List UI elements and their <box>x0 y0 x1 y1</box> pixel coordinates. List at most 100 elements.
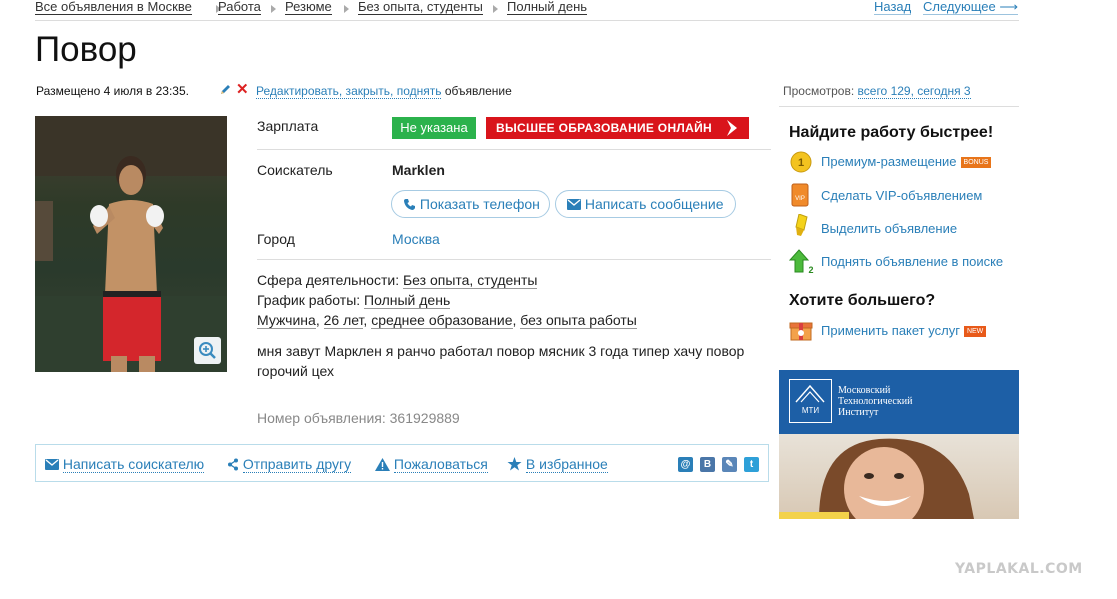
close-icon[interactable]: ✕ <box>236 82 249 97</box>
mti-name-line1: Московский <box>838 385 891 396</box>
bonus-badge: BONUS <box>960 157 992 169</box>
applicant-name: Marklen <box>392 162 445 178</box>
attr-education[interactable]: среднее образование <box>371 312 513 329</box>
breadcrumb: Все объявления в Москве ▶ Работа ▶ Резюм… <box>35 0 1019 21</box>
pencil-icon[interactable] <box>219 83 232 99</box>
work-schedule: График работы: Полный день <box>257 292 451 309</box>
complain-label: Пожаловаться <box>393 456 488 473</box>
write-message-label: Написать сообщение <box>584 196 724 212</box>
send-to-friend-link[interactable]: Отправить другу <box>227 456 352 473</box>
write-applicant-link[interactable]: Написать соискателю <box>45 456 205 473</box>
envelope-icon <box>45 459 59 470</box>
chevron-right-icon: ▶ <box>344 5 350 14</box>
svg-text:2: 2 <box>808 265 813 274</box>
applicant-label: Соискатель <box>257 162 333 178</box>
applicant-attributes: Мужчина, 26 лет, среднее образование, бе… <box>257 312 637 329</box>
mti-ad-banner[interactable]: МТИ Московский Технологический Институт <box>779 370 1019 519</box>
schedule-link[interactable]: Полный день <box>364 292 451 309</box>
vk-icon[interactable]: В <box>700 457 715 472</box>
gift-box-icon <box>789 322 813 341</box>
watermark: YAPLAKAL.COM <box>955 561 1083 577</box>
sidebar-heading-find-job: Найдите работу быстрее! <box>789 124 994 141</box>
mti-name-line3: Институт <box>838 407 879 418</box>
zoom-in-icon <box>199 342 216 359</box>
zoom-button[interactable] <box>194 337 221 364</box>
warning-icon <box>375 458 390 471</box>
share-icon <box>228 458 238 471</box>
views-link[interactable]: всего 129, сегодня 3 <box>857 84 971 99</box>
livejournal-icon[interactable]: ✎ <box>722 457 737 472</box>
phone-icon <box>404 199 415 210</box>
edit-ad-links: Редактировать, закрыть, поднять объявлен… <box>256 84 512 99</box>
nav-back-link[interactable]: Назад <box>874 0 912 15</box>
sidebar-item-package[interactable]: Применить пакет услуг NEW <box>821 323 987 338</box>
banner-photo <box>779 434 1019 519</box>
breadcrumb-item-category[interactable]: Без опыта, студенты <box>358 0 483 15</box>
add-favorite-link[interactable]: В избранное <box>507 456 608 473</box>
sidebar-heading-want-more: Хотите большего? <box>789 292 936 309</box>
sidebar-item-raise[interactable]: Поднять объявление в поиске <box>821 254 1003 269</box>
mti-name-line2: Технологический <box>838 396 913 407</box>
nav-next-link[interactable]: Следующее ⟶ <box>923 0 1019 15</box>
mti-name: Московский Технологический Институт <box>838 385 912 418</box>
salary-value-badge: Не указана <box>392 117 476 139</box>
breadcrumb-item-work[interactable]: Работа <box>218 0 261 15</box>
action-bar: Написать соискателю Отправить другу Пожа… <box>35 444 769 482</box>
posted-date: Размещено 4 июля в 23:35. <box>36 84 189 98</box>
sidebar-item-premium[interactable]: Премиум-размещение BONUS <box>821 154 992 169</box>
field-of-activity: Сфера деятельности: Без опыта, студенты <box>257 272 538 289</box>
sidebar-item-highlight[interactable]: Выделить объявление <box>821 221 957 236</box>
banner-header: МТИ Московский Технологический Институт <box>779 370 1019 434</box>
city-label: Город <box>257 231 295 247</box>
twitter-icon[interactable]: t <box>744 457 759 472</box>
complain-link[interactable]: Пожаловаться <box>375 456 488 473</box>
views-label: Просмотров: <box>783 84 858 98</box>
add-favorite-label: В избранное <box>525 456 608 473</box>
edit-close-raise-link[interactable]: Редактировать, закрыть, поднять <box>256 84 442 99</box>
views-counter: Просмотров: всего 129, сегодня 3 <box>783 84 971 99</box>
field-label: Сфера деятельности: <box>257 272 403 288</box>
gold-coin-icon: 1 <box>790 151 812 173</box>
sidebar-item-vip[interactable]: Сделать VIP-объявлением <box>821 188 982 203</box>
attr-age[interactable]: 26 лет <box>323 312 364 329</box>
edit-suffix: объявление <box>441 84 512 98</box>
chevron-right-icon: ▶ <box>493 5 499 14</box>
new-badge: NEW <box>963 326 987 338</box>
nav-next-label: Следующее ⟶ <box>923 0 1019 15</box>
divider <box>257 259 771 260</box>
star-icon <box>507 457 522 471</box>
package-label: Применить пакет услуг <box>821 323 960 338</box>
schedule-label: График работы: <box>257 292 365 308</box>
city-link[interactable]: Москва <box>392 231 440 247</box>
nav-back-label: Назад <box>874 0 912 15</box>
chevron-right-icon: ▶ <box>271 5 277 14</box>
breadcrumb-item-schedule[interactable]: Полный день <box>507 0 588 15</box>
ad-banner-text: ВЫСШЕЕ ОБРАЗОВАНИЕ ОНЛАЙН <box>496 121 712 135</box>
raise-arrow-icon: 2 <box>789 249 814 274</box>
show-phone-label: Показать телефон <box>419 196 540 212</box>
breadcrumb-item-moscow[interactable]: Все объявления в Москве <box>35 0 192 15</box>
write-message-button[interactable]: Написать сообщение <box>555 190 736 218</box>
divider <box>779 106 1019 107</box>
ad-description: мня завут Маркл­ен я ранчо работал повор… <box>257 343 745 379</box>
divider <box>257 149 771 150</box>
page-title: Повор <box>35 30 137 69</box>
mti-logo: МТИ <box>789 379 832 423</box>
send-to-friend-label: Отправить другу <box>242 456 352 473</box>
ad-number: Номер объявления: 361929889 <box>257 410 460 426</box>
svg-text:1: 1 <box>798 157 804 169</box>
mail-ru-icon[interactable]: @ <box>678 457 693 472</box>
svg-text:VIP: VIP <box>795 196 805 202</box>
field-link[interactable]: Без опыта, студенты <box>402 272 538 289</box>
salary-label: Зарплата <box>257 118 319 134</box>
vip-badge-icon: VIP <box>791 183 809 207</box>
attr-experience[interactable]: без опыта работы <box>520 312 637 329</box>
applicant-photo[interactable] <box>35 116 227 372</box>
write-applicant-label: Написать соискателю <box>62 456 205 473</box>
breadcrumb-item-resume[interactable]: Резюме <box>285 0 332 15</box>
envelope-icon <box>567 199 581 210</box>
arrow-right-icon <box>727 120 737 136</box>
show-phone-button[interactable]: Показать телефон <box>391 190 550 218</box>
attr-gender[interactable]: Мужчина <box>257 312 316 329</box>
ad-banner-higher-education[interactable]: ВЫСШЕЕ ОБРАЗОВАНИЕ ОНЛАЙН <box>486 117 749 139</box>
